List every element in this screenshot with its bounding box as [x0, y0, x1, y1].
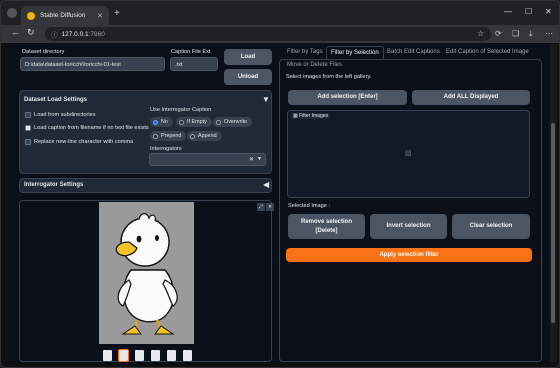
bookmark-star-icon[interactable]: ☆: [477, 29, 484, 38]
remove-selection-button[interactable]: Remove selection [Delete]: [288, 214, 365, 239]
apply-selection-filter-button[interactable]: Apply selection filter: [286, 248, 532, 262]
radio-prepend-label: Prepend: [161, 133, 182, 139]
minimize-icon[interactable]: —: [504, 7, 512, 16]
remove-selection-line2: [Delete]: [315, 227, 338, 234]
tab-edit-caption-selected[interactable]: Edit Caption of Selected Image: [446, 49, 529, 55]
browser-tab[interactable]: Stable Diffusion ✕: [21, 6, 109, 25]
radio-icon: [190, 133, 195, 139]
caption-ext-label: Caption File Ext: [171, 49, 211, 55]
radio-overwrite[interactable]: Overwrite: [213, 117, 253, 127]
unload-button[interactable]: Unload: [224, 69, 272, 85]
interrogators-label: Interrogators: [150, 146, 182, 152]
radio-prepend[interactable]: Prepend: [150, 131, 187, 141]
browser-window: Stable Diffusion ✕ + — ☐ ✕ ← ↻ ⓘ 127.0.0…: [0, 0, 560, 368]
favicon-icon: [27, 11, 35, 20]
tab-strip: Stable Diffusion ✕ + — ☐ ✕: [1, 1, 559, 25]
fullscreen-icon[interactable]: ⤢: [257, 203, 266, 211]
tab-title: Stable Diffusion: [40, 12, 86, 19]
collapse-arrow-icon[interactable]: ▼: [262, 95, 270, 104]
remove-selection-line1: Remove selection: [300, 219, 353, 226]
reload-icon[interactable]: ↻: [27, 27, 35, 38]
radio-overwrite-label: Overwrite: [224, 119, 248, 125]
address-bar[interactable]: ⓘ 127.0.0.1:7860: [45, 27, 491, 41]
radio-icon: [153, 133, 158, 139]
expand-arrow-icon[interactable]: ◀: [263, 180, 269, 189]
browser-menu-icon[interactable]: [7, 8, 17, 18]
sync-icon[interactable]: ⟳: [495, 29, 502, 38]
dropdown-clear-icon[interactable]: ✕: [249, 156, 254, 163]
radio-selected-icon: [153, 119, 158, 125]
gallery-thumbnail[interactable]: [151, 350, 160, 361]
radio-append-label: Append: [198, 133, 217, 139]
dataset-load-settings-title[interactable]: Dataset Load Settings: [24, 97, 87, 103]
gallery-thumbnail[interactable]: [135, 350, 144, 361]
gallery-thumbnail[interactable]: [167, 350, 176, 361]
empty-image-icon: ▨: [405, 150, 412, 157]
gallery-thumbnail[interactable]: [103, 350, 112, 361]
image-icon: ▦: [293, 113, 298, 119]
info-icon: ⓘ: [51, 32, 58, 39]
radio-icon: [179, 119, 184, 125]
dataset-dir-label: Dataset directory: [22, 49, 65, 55]
tab-filter-by-tags[interactable]: Filter by Tags: [287, 49, 323, 55]
url-port: :7860: [88, 30, 105, 38]
tab-batch-edit-captions[interactable]: Batch Edit Captions: [387, 49, 440, 55]
subdirs-checkbox[interactable]: [25, 112, 31, 118]
add-all-displayed-button[interactable]: Add ALL Displayed: [412, 90, 530, 105]
gallery-thumbnail[interactable]: [183, 350, 192, 361]
url-host: 127.0.0.1: [61, 30, 89, 38]
new-tab-icon[interactable]: +: [114, 8, 120, 19]
replace-newline-checkbox[interactable]: [25, 139, 31, 145]
preview-image[interactable]: [99, 202, 194, 344]
tab-filter-by-selection[interactable]: Filter by Selection: [326, 46, 384, 59]
interrogator-settings-title[interactable]: Interrogator Settings: [24, 182, 83, 188]
load-button[interactable]: Load: [224, 49, 272, 65]
gallery-close-icon[interactable]: ✕: [266, 203, 275, 211]
extensions-icon[interactable]: ❏: [512, 29, 519, 38]
maximize-icon[interactable]: ☐: [525, 7, 532, 16]
caption-from-filename-checkbox[interactable]: [25, 125, 31, 131]
caption-from-filename-label: Load caption from filename if no text fi…: [34, 125, 149, 131]
filter-images-label: ▦ Filter Images: [291, 113, 331, 119]
selection-instruction: Select images from the left gallery.: [286, 74, 372, 80]
invert-selection-button[interactable]: Invert selection: [370, 214, 447, 239]
close-icon[interactable]: ✕: [97, 12, 103, 20]
radio-append[interactable]: Append: [187, 131, 222, 141]
radio-if-empty[interactable]: If Empty: [176, 117, 212, 127]
radio-no[interactable]: No: [150, 117, 173, 127]
radio-icon: [216, 119, 221, 125]
back-icon[interactable]: ←: [11, 27, 20, 37]
caption-ext-input[interactable]: .txt: [170, 57, 218, 71]
duck-illustration: [115, 213, 178, 335]
filter-images-text: Filter Images: [299, 113, 329, 119]
add-selection-button[interactable]: Add selection [Enter]: [288, 90, 407, 105]
dataset-dir-input[interactable]: D:\data\dataset-toricchi\toricchi-01-tes…: [20, 57, 165, 71]
use-interrogator-label: Use Interrogator Caption: [150, 107, 212, 113]
browser-toolbar: ← ↻ ⓘ 127.0.0.1:7860 ☆ ⟳ ❏ ⤓ ⋯: [1, 25, 559, 43]
scrollbar-thumb[interactable]: [551, 123, 555, 323]
selected-image-label: Selected Image :: [288, 203, 330, 209]
clear-selection-button[interactable]: Clear selection: [452, 214, 530, 239]
tab-move-delete-files[interactable]: Move or Delete Files: [287, 62, 342, 68]
radio-no-label: No: [161, 119, 168, 125]
subdirs-label: Load from subdirectories: [34, 112, 96, 118]
chevron-down-icon[interactable]: ▼: [257, 156, 262, 162]
replace-newline-label: Replace new-line character with comma: [34, 139, 134, 145]
radio-if-empty-label: If Empty: [187, 119, 207, 125]
window-close-icon[interactable]: ✕: [545, 7, 552, 16]
more-icon[interactable]: ⋯: [545, 29, 553, 38]
gallery-thumbnail-selected[interactable]: [118, 349, 129, 362]
downloads-icon[interactable]: ⤓: [529, 29, 533, 39]
